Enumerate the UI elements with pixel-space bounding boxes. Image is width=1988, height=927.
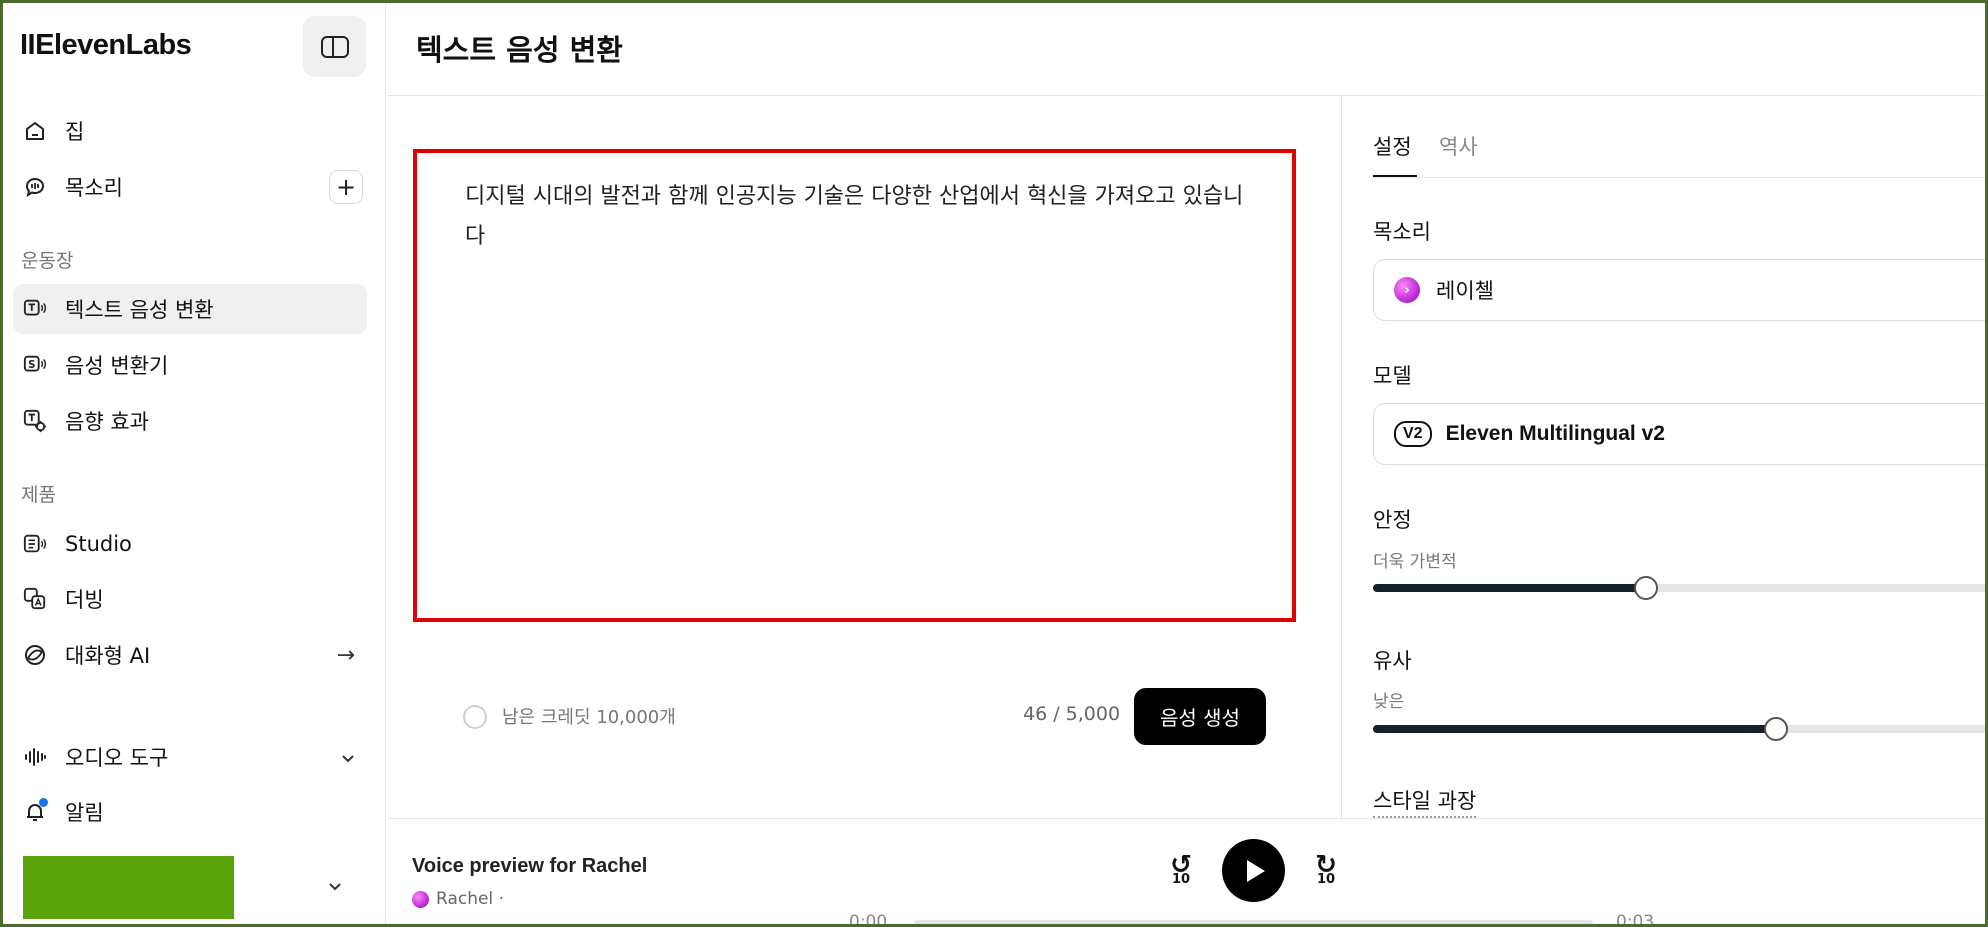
sidebar-item-voices[interactable]: 목소리 + <box>13 162 367 212</box>
time-total: 0:03 <box>1616 912 1655 927</box>
sidebar-item-label: 음성 변환기 <box>65 354 169 378</box>
section-label-playground: 운동장 <box>21 250 74 272</box>
sidebar-item-notifications[interactable]: 알림 <box>13 787 367 837</box>
similarity-slider-thumb[interactable] <box>1763 717 1788 741</box>
sidebar-item-audio-tools[interactable]: 오디오 도구 <box>13 732 367 782</box>
app-frame: IIElevenLabs 집 목소리 + 운동장 텍스트 음성 변환 S 음성 … <box>0 0 1988 927</box>
player-title: Voice preview for Rachel <box>412 855 648 877</box>
sidebar-item-sound-effects[interactable]: 음향 효과 <box>13 396 367 446</box>
sidebar-item-home[interactable]: 집 <box>13 106 367 156</box>
sidebar-item-voice-changer[interactable]: S 음성 변환기 <box>13 340 367 390</box>
voice-bubble-icon <box>23 175 47 199</box>
sidebar: IIElevenLabs 집 목소리 + 운동장 텍스트 음성 변환 S 음성 … <box>3 3 386 924</box>
text-to-speech-icon <box>23 297 47 321</box>
stability-slider-fill <box>1373 584 1646 592</box>
stability-slider-thumb[interactable] <box>1633 576 1658 600</box>
time-elapsed: 0:00 <box>849 912 888 927</box>
skip-back-button[interactable]: ↺ 10 <box>1166 852 1196 888</box>
model-select-value: Eleven Multilingual v2 <box>1445 422 1665 445</box>
sidebar-item-dubbing[interactable]: 더빙 <box>13 574 367 624</box>
player-divider <box>387 818 1985 819</box>
sidebar-item-studio[interactable]: Studio <box>13 519 367 569</box>
text-input-area[interactable]: 디지털 시대의 발전과 함께 인공지능 기술은 다양한 산업에서 혁신을 가져오… <box>413 149 1296 622</box>
player-voice-name: Rachel · <box>436 889 504 909</box>
stability-sublabel: 더욱 가변적 <box>1373 552 1457 572</box>
stability-label: 안정 <box>1373 508 1412 532</box>
sidebar-item-label: 음향 효과 <box>65 410 149 434</box>
conversational-ai-icon <box>23 643 47 667</box>
app-logo[interactable]: IIElevenLabs <box>20 29 192 62</box>
sidebar-toggle-button[interactable] <box>303 16 366 77</box>
credits-remaining: 남은 크레딧 10,000개 <box>502 707 676 728</box>
chevron-down-icon <box>341 745 355 770</box>
studio-icon <box>23 532 47 556</box>
account-chevron-down-icon[interactable] <box>328 873 342 898</box>
arrow-right-icon: → <box>336 642 355 668</box>
svg-text:S: S <box>28 360 35 371</box>
sidebar-item-label: 목소리 <box>65 176 123 200</box>
voice-select[interactable]: › 레이첼 <box>1373 259 1985 321</box>
tabs-divider <box>1373 177 1985 178</box>
audio-wave-icon <box>23 745 47 769</box>
model-select[interactable]: V2 Eleven Multilingual v2 <box>1373 403 1985 465</box>
play-button[interactable] <box>1222 839 1285 902</box>
page-title: 텍스트 음성 변환 <box>416 33 623 67</box>
similarity-sublabel: 낮은 <box>1373 692 1405 712</box>
add-voice-button[interactable]: + <box>329 170 363 204</box>
voice-avatar-icon: › <box>1394 277 1420 303</box>
sidebar-item-label: 더빙 <box>65 588 104 612</box>
skip-forward-button[interactable]: ↻ 10 <box>1311 852 1341 888</box>
home-icon <box>23 119 47 143</box>
character-count: 46 / 5,000 <box>1023 703 1121 725</box>
sidebar-panel-icon <box>320 35 349 58</box>
sidebar-item-text-to-speech[interactable]: 텍스트 음성 변환 <box>13 284 367 334</box>
generate-speech-button[interactable]: 음성 생성 <box>1134 688 1266 745</box>
notification-dot <box>39 798 48 807</box>
sidebar-item-label: 대화형 AI <box>65 644 151 668</box>
tab-settings[interactable]: 설정 <box>1373 131 1412 161</box>
model-field-label: 모델 <box>1373 364 1412 388</box>
model-version-badge: V2 <box>1394 421 1432 447</box>
tab-history[interactable]: 역사 <box>1439 131 1478 161</box>
stability-slider[interactable] <box>1373 576 1985 600</box>
similarity-label: 유사 <box>1373 649 1412 673</box>
account-redacted-block[interactable] <box>23 856 234 919</box>
play-icon <box>1247 859 1265 882</box>
voice-field-label: 목소리 <box>1373 220 1431 244</box>
speech-to-speech-icon: S <box>23 353 47 377</box>
credits-ring-icon <box>463 705 487 729</box>
player-voice-info: Rachel · <box>412 889 504 909</box>
voice-avatar-icon <box>412 890 429 908</box>
active-tab-indicator <box>1373 175 1417 177</box>
style-exaggeration-label: 스타일 과장 <box>1373 785 1477 818</box>
sidebar-item-label: 집 <box>65 120 85 144</box>
dubbing-icon <box>23 587 47 611</box>
sidebar-item-label: 오디오 도구 <box>65 746 169 770</box>
playback-progress-bar[interactable] <box>914 920 1593 924</box>
sidebar-item-label: 알림 <box>65 801 104 825</box>
sidebar-item-label: 텍스트 음성 변환 <box>65 298 214 322</box>
text-input-content: 디지털 시대의 발전과 함께 인공지능 기술은 다양한 산업에서 혁신을 가져오… <box>465 184 1244 249</box>
settings-panel-divider <box>1341 96 1342 819</box>
section-label-products: 제품 <box>21 484 56 506</box>
sidebar-item-conversational-ai[interactable]: 대화형 AI → <box>13 630 367 680</box>
similarity-slider-fill <box>1373 725 1776 733</box>
header-divider <box>387 95 1985 96</box>
sidebar-item-label: Studio <box>65 532 132 556</box>
voice-select-value: 레이첼 <box>1436 279 1494 303</box>
sound-effects-icon <box>23 409 47 433</box>
similarity-slider[interactable] <box>1373 717 1985 741</box>
